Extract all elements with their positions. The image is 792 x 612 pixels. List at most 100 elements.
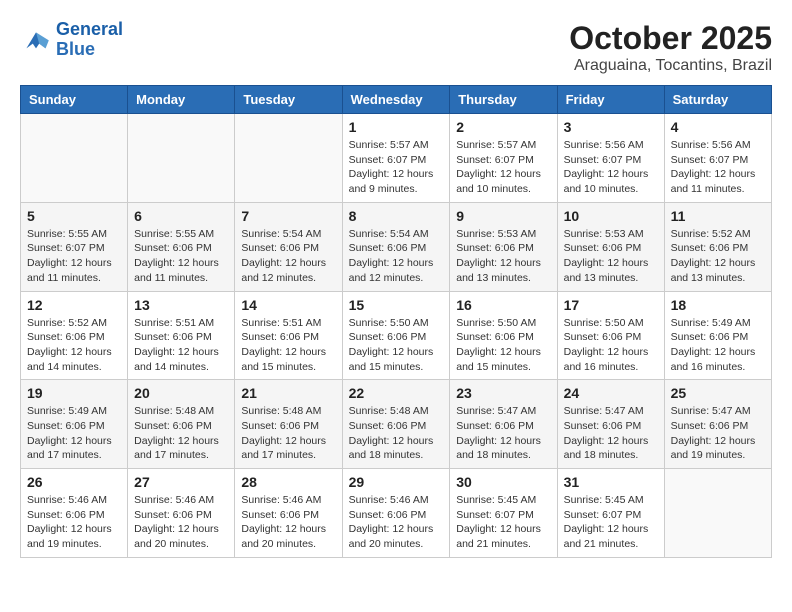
weekday-header-saturday: Saturday <box>664 86 771 114</box>
calendar-empty-cell <box>235 114 342 203</box>
day-number: 31 <box>564 474 658 490</box>
day-number: 5 <box>27 208 121 224</box>
day-number: 11 <box>671 208 765 224</box>
day-info: Sunrise: 5:45 AM Sunset: 6:07 PM Dayligh… <box>456 493 550 552</box>
logo-text: General Blue <box>56 20 123 60</box>
calendar-table: SundayMondayTuesdayWednesdayThursdayFrid… <box>20 85 772 558</box>
calendar-day-7: 7 Sunrise: 5:54 AM Sunset: 6:06 PM Daylig… <box>235 202 342 291</box>
day-info: Sunrise: 5:56 AM Sunset: 6:07 PM Dayligh… <box>564 138 658 197</box>
day-info: Sunrise: 5:48 AM Sunset: 6:06 PM Dayligh… <box>349 404 444 463</box>
day-number: 28 <box>241 474 335 490</box>
calendar-day-3: 3 Sunrise: 5:56 AM Sunset: 6:07 PM Daylig… <box>557 114 664 203</box>
day-info: Sunrise: 5:47 AM Sunset: 6:06 PM Dayligh… <box>564 404 658 463</box>
day-info: Sunrise: 5:57 AM Sunset: 6:07 PM Dayligh… <box>349 138 444 197</box>
day-info: Sunrise: 5:52 AM Sunset: 6:06 PM Dayligh… <box>671 227 765 286</box>
calendar-day-16: 16Sunrise: 5:50 AM Sunset: 6:06 PM Dayli… <box>450 291 557 380</box>
calendar-day-1: 1 Sunrise: 5:57 AM Sunset: 6:07 PM Daylig… <box>342 114 450 203</box>
calendar-day-17: 17 Sunrise: 5:50 AM Sunset: 6:06 PM Dayli… <box>557 291 664 380</box>
day-info: Sunrise: 5:48 AM Sunset: 6:06 PM Dayligh… <box>134 404 228 463</box>
calendar-day-4: 4Sunrise: 5:56 AM Sunset: 6:07 PM Daylig… <box>664 114 771 203</box>
day-number: 9 <box>456 208 550 224</box>
day-info: Sunrise: 5:56 AM Sunset: 6:07 PM Dayligh… <box>671 138 765 197</box>
day-number: 20 <box>134 385 228 401</box>
day-number: 15 <box>349 297 444 313</box>
day-number: 13 <box>134 297 228 313</box>
day-number: 19 <box>27 385 121 401</box>
day-number: 25 <box>671 385 765 401</box>
day-number: 24 <box>564 385 658 401</box>
day-info: Sunrise: 5:54 AM Sunset: 6:06 PM Dayligh… <box>241 227 335 286</box>
calendar-week-row: 1 Sunrise: 5:57 AM Sunset: 6:07 PM Daylig… <box>21 114 772 203</box>
calendar-day-9: 9Sunrise: 5:53 AM Sunset: 6:06 PM Daylig… <box>450 202 557 291</box>
calendar-day-12: 12 Sunrise: 5:52 AM Sunset: 6:06 PM Dayli… <box>21 291 128 380</box>
location-title: Araguaina, Tocantins, Brazil <box>569 57 772 75</box>
calendar-empty-cell <box>128 114 235 203</box>
day-info: Sunrise: 5:46 AM Sunset: 6:06 PM Dayligh… <box>27 493 121 552</box>
calendar-day-10: 10 Sunrise: 5:53 AM Sunset: 6:06 PM Dayli… <box>557 202 664 291</box>
calendar-week-row: 12 Sunrise: 5:52 AM Sunset: 6:06 PM Dayli… <box>21 291 772 380</box>
day-info: Sunrise: 5:52 AM Sunset: 6:06 PM Dayligh… <box>27 316 121 375</box>
calendar-day-28: 28 Sunrise: 5:46 AM Sunset: 6:06 PM Dayli… <box>235 469 342 558</box>
day-number: 10 <box>564 208 658 224</box>
day-number: 8 <box>349 208 444 224</box>
day-number: 27 <box>134 474 228 490</box>
weekday-header-thursday: Thursday <box>450 86 557 114</box>
day-info: Sunrise: 5:51 AM Sunset: 6:06 PM Dayligh… <box>241 316 335 375</box>
day-info: Sunrise: 5:55 AM Sunset: 6:06 PM Dayligh… <box>134 227 228 286</box>
calendar-empty-cell <box>664 469 771 558</box>
day-number: 1 <box>349 119 444 135</box>
day-info: Sunrise: 5:55 AM Sunset: 6:07 PM Dayligh… <box>27 227 121 286</box>
calendar-day-11: 11 Sunrise: 5:52 AM Sunset: 6:06 PM Dayli… <box>664 202 771 291</box>
day-number: 7 <box>241 208 335 224</box>
calendar-day-18: 18Sunrise: 5:49 AM Sunset: 6:06 PM Dayli… <box>664 291 771 380</box>
logo-bird-icon <box>20 26 52 54</box>
day-number: 14 <box>241 297 335 313</box>
page-header: General Blue October 2025 Araguaina, Toc… <box>20 20 772 75</box>
calendar-day-5: 5 Sunrise: 5:55 AM Sunset: 6:07 PM Daylig… <box>21 202 128 291</box>
day-number: 18 <box>671 297 765 313</box>
calendar-day-6: 6 Sunrise: 5:55 AM Sunset: 6:06 PM Daylig… <box>128 202 235 291</box>
day-number: 17 <box>564 297 658 313</box>
weekday-header-tuesday: Tuesday <box>235 86 342 114</box>
weekday-header-wednesday: Wednesday <box>342 86 450 114</box>
calendar-week-row: 19Sunrise: 5:49 AM Sunset: 6:06 PM Dayli… <box>21 380 772 469</box>
calendar-empty-cell <box>21 114 128 203</box>
calendar-day-20: 20 Sunrise: 5:48 AM Sunset: 6:06 PM Dayli… <box>128 380 235 469</box>
day-info: Sunrise: 5:50 AM Sunset: 6:06 PM Dayligh… <box>349 316 444 375</box>
weekday-header-row: SundayMondayTuesdayWednesdayThursdayFrid… <box>21 86 772 114</box>
day-info: Sunrise: 5:57 AM Sunset: 6:07 PM Dayligh… <box>456 138 550 197</box>
day-info: Sunrise: 5:46 AM Sunset: 6:06 PM Dayligh… <box>349 493 444 552</box>
day-number: 6 <box>134 208 228 224</box>
day-number: 26 <box>27 474 121 490</box>
day-info: Sunrise: 5:46 AM Sunset: 6:06 PM Dayligh… <box>241 493 335 552</box>
day-info: Sunrise: 5:47 AM Sunset: 6:06 PM Dayligh… <box>456 404 550 463</box>
calendar-day-21: 21Sunrise: 5:48 AM Sunset: 6:06 PM Dayli… <box>235 380 342 469</box>
day-number: 16 <box>456 297 550 313</box>
weekday-header-sunday: Sunday <box>21 86 128 114</box>
calendar-day-14: 14 Sunrise: 5:51 AM Sunset: 6:06 PM Dayli… <box>235 291 342 380</box>
day-info: Sunrise: 5:50 AM Sunset: 6:06 PM Dayligh… <box>564 316 658 375</box>
day-info: Sunrise: 5:51 AM Sunset: 6:06 PM Dayligh… <box>134 316 228 375</box>
calendar-day-13: 13 Sunrise: 5:51 AM Sunset: 6:06 PM Dayli… <box>128 291 235 380</box>
calendar-day-29: 29 Sunrise: 5:46 AM Sunset: 6:06 PM Dayli… <box>342 469 450 558</box>
calendar-day-30: 30 Sunrise: 5:45 AM Sunset: 6:07 PM Dayli… <box>450 469 557 558</box>
day-info: Sunrise: 5:53 AM Sunset: 6:06 PM Dayligh… <box>564 227 658 286</box>
calendar-week-row: 26 Sunrise: 5:46 AM Sunset: 6:06 PM Dayli… <box>21 469 772 558</box>
day-number: 30 <box>456 474 550 490</box>
month-title: October 2025 <box>569 20 772 57</box>
day-number: 2 <box>456 119 550 135</box>
day-number: 22 <box>349 385 444 401</box>
calendar-week-row: 5 Sunrise: 5:55 AM Sunset: 6:07 PM Daylig… <box>21 202 772 291</box>
day-info: Sunrise: 5:47 AM Sunset: 6:06 PM Dayligh… <box>671 404 765 463</box>
day-number: 29 <box>349 474 444 490</box>
day-number: 12 <box>27 297 121 313</box>
day-number: 3 <box>564 119 658 135</box>
calendar-day-2: 2 Sunrise: 5:57 AM Sunset: 6:07 PM Daylig… <box>450 114 557 203</box>
day-info: Sunrise: 5:46 AM Sunset: 6:06 PM Dayligh… <box>134 493 228 552</box>
weekday-header-friday: Friday <box>557 86 664 114</box>
title-section: October 2025 Araguaina, Tocantins, Brazi… <box>569 20 772 75</box>
calendar-day-24: 24 Sunrise: 5:47 AM Sunset: 6:06 PM Dayli… <box>557 380 664 469</box>
day-number: 23 <box>456 385 550 401</box>
calendar-day-15: 15 Sunrise: 5:50 AM Sunset: 6:06 PM Dayli… <box>342 291 450 380</box>
calendar-day-8: 8Sunrise: 5:54 AM Sunset: 6:06 PM Daylig… <box>342 202 450 291</box>
